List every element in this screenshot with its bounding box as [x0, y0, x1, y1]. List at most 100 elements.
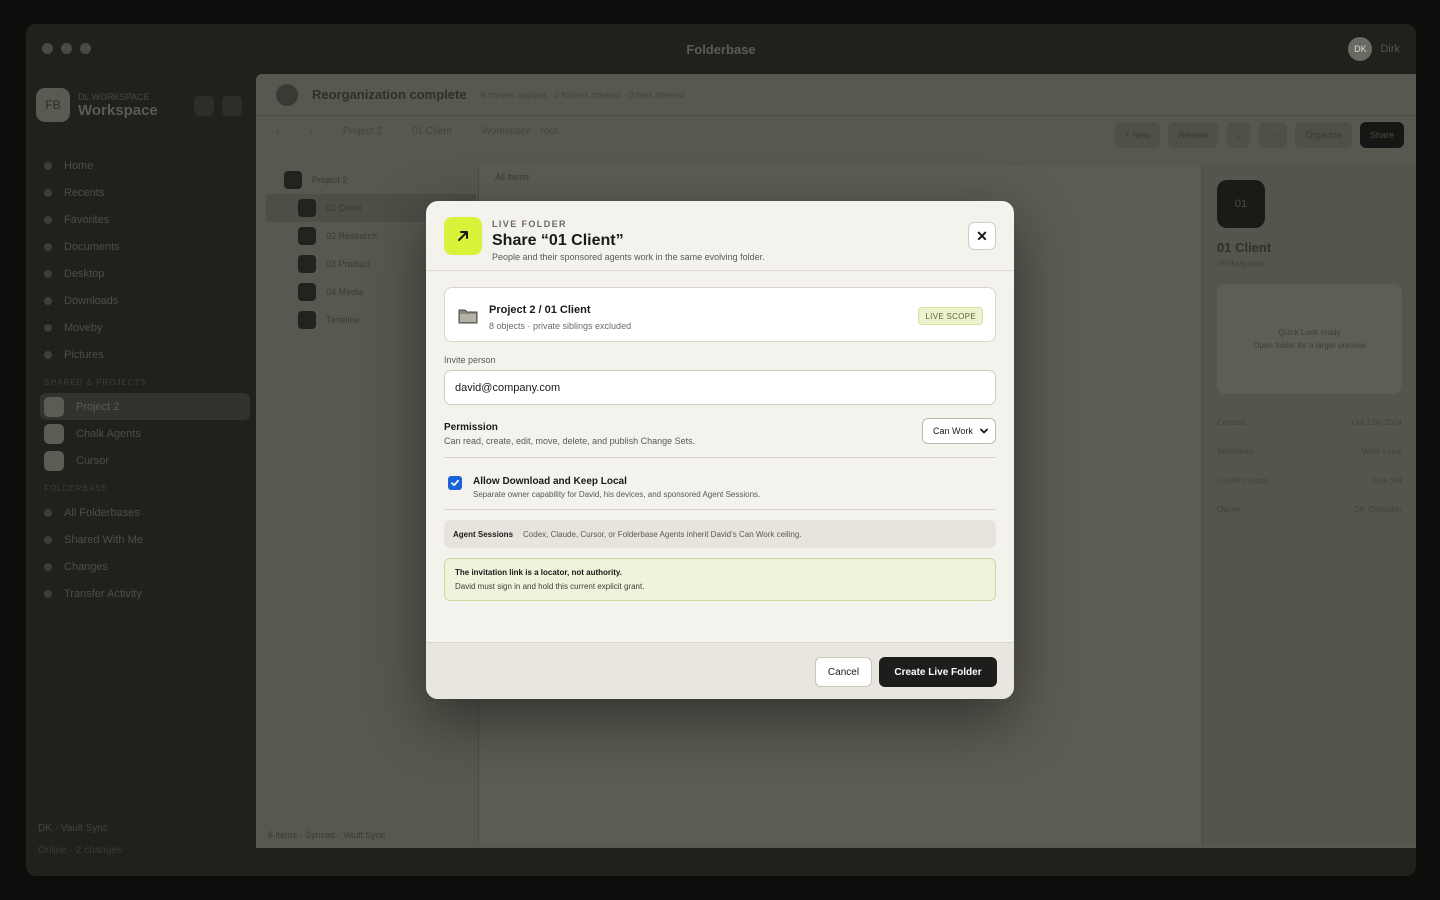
breadcrumb-item[interactable]: Project 2: [343, 126, 382, 137]
banner-title: Reorganization complete: [312, 87, 467, 102]
workspace-switcher[interactable]: FB DL WORKSPACE Workspace: [36, 88, 158, 122]
sidebar-item-label: Recents: [64, 186, 105, 199]
close-button[interactable]: ✕: [968, 222, 996, 250]
create-live-folder-button[interactable]: Create Live Folder: [879, 657, 997, 687]
titlebar: Folderbase DK Dirk: [26, 24, 1416, 74]
sidebar-item-label: Transfer Activity: [64, 587, 142, 600]
sidebar-item-label: Downloads: [64, 294, 119, 307]
sidebar-item-shared-with-me[interactable]: Shared With Me: [40, 526, 250, 553]
pane-header: All items: [495, 172, 530, 182]
workspace-tools: [194, 96, 242, 116]
share-icon: [44, 535, 52, 544]
close-icon: ✕: [976, 227, 988, 244]
breadcrumb-item[interactable]: 01 Client: [412, 126, 451, 137]
collapse-sidebar-icon[interactable]: [222, 96, 242, 116]
share-button[interactable]: Share: [1359, 122, 1404, 148]
changes-icon: [44, 562, 52, 571]
property-key: Created: [1217, 418, 1246, 427]
download-icon: [44, 296, 52, 305]
property-row: Content scope Live Set: [1217, 476, 1402, 505]
sidebar-item-label: Changes: [64, 560, 109, 573]
sidebar-item-favorites[interactable]: Favorites: [40, 206, 250, 233]
sidebar-item-label: Moveby: [64, 321, 103, 334]
sidebar-nav: Home Recents Favorites Documents Desktop…: [40, 152, 250, 607]
new-button[interactable]: + New: [1114, 122, 1161, 148]
keep-local-label[interactable]: Allow Download and Keep Local: [473, 476, 627, 487]
property-key: Content scope: [1217, 476, 1269, 485]
permission-select[interactable]: Can Work: [922, 418, 996, 444]
folder-icon: [284, 171, 302, 189]
invite-email-field[interactable]: [444, 370, 996, 405]
sidebar-section-views: FOLDERBASE: [44, 484, 108, 493]
notice-description: David must sign in and hold this current…: [455, 582, 645, 591]
sidebar-item-project-2[interactable]: Project 2: [40, 393, 250, 420]
permission-description: Can read, create, edit, move, delete, an…: [444, 436, 696, 446]
sidebar-section-projects: SHARED & PROJECTS: [44, 378, 147, 387]
back-icon[interactable]: ‹: [276, 126, 279, 137]
sidebar-item-downloads[interactable]: Downloads: [40, 287, 250, 314]
quick-look-card[interactable]: Quick Look ready Open folder for a large…: [1217, 284, 1402, 394]
dialog-kicker: LIVE FOLDER: [492, 219, 567, 229]
sidebar-item-chalk-agents[interactable]: Chalk Agents: [40, 420, 250, 447]
dialog-title: Share “01 Client”: [492, 232, 624, 249]
property-row: Owner DK (Defaults): [1217, 505, 1402, 534]
status-bar: 8 items · Synced · Vault Sync: [268, 830, 386, 840]
quick-look-sub: Open folder for a larger preview: [1253, 341, 1366, 350]
inspector-title: 01 Client: [1217, 240, 1272, 255]
organize-button[interactable]: Organize: [1295, 122, 1352, 148]
scope-title: Project 2 / 01 Client: [489, 304, 591, 316]
tree-item-label: Timeline: [326, 315, 360, 325]
desktop-icon: [44, 269, 52, 278]
tree-item-label: 02 Research: [326, 231, 378, 241]
tree-item-label: 03 Product: [326, 259, 370, 269]
sync-status: DK · Vault Sync: [38, 823, 108, 834]
chevron-down-icon: [980, 428, 988, 434]
dialog-footer: Cancel Create Live Folder: [426, 642, 1014, 699]
sidebar-item-documents[interactable]: Documents: [40, 233, 250, 260]
property-row: Sensitivity Work Local: [1217, 447, 1402, 476]
sidebar-item-desktop[interactable]: Desktop: [40, 260, 250, 287]
download-button[interactable]: ↓: [1225, 122, 1251, 148]
sidebar-item-label: Favorites: [64, 213, 110, 226]
banner-meta: 8 moves applied · 0 folders created · 0 …: [480, 89, 685, 100]
settings-icon[interactable]: [194, 96, 214, 116]
sidebar: FB DL WORKSPACE Workspace Home Recents F…: [26, 74, 256, 864]
sidebar-item-home[interactable]: Home: [40, 152, 250, 179]
forward-icon[interactable]: ›: [309, 126, 312, 137]
property-value: DK (Defaults): [1353, 505, 1402, 514]
tree-item-label: 01 Client: [326, 203, 362, 213]
cancel-button[interactable]: Cancel: [815, 657, 872, 687]
folder-icon: [298, 227, 316, 245]
keep-local-checkbox[interactable]: [448, 476, 462, 490]
check-icon: [451, 479, 459, 487]
sidebar-item-cursor[interactable]: Cursor: [40, 447, 250, 474]
scope-meta: 8 objects · private siblings excluded: [489, 321, 632, 331]
sidebar-item-label: Chalk Agents: [76, 427, 141, 440]
star-icon: [44, 215, 52, 224]
transfer-icon: [44, 589, 52, 598]
folder-icon: [298, 199, 316, 217]
invitation-notice: The invitation link is a locator, not au…: [444, 558, 996, 601]
sidebar-item-label: Shared With Me: [64, 533, 143, 546]
sidebar-item-moveby[interactable]: Moveby: [40, 314, 250, 341]
sidebar-item-pictures[interactable]: Pictures: [40, 341, 250, 368]
keep-local-description: Separate owner capability for David, his…: [473, 490, 761, 499]
status-banner: Reorganization complete 8 moves applied …: [256, 74, 1416, 116]
user-menu[interactable]: DK Dirk: [1348, 37, 1400, 61]
property-value: Oct 12th 2024: [1351, 418, 1402, 427]
property-key: Sensitivity: [1217, 447, 1254, 456]
sidebar-item-recents[interactable]: Recents: [40, 179, 250, 206]
notice-title: The invitation link is a locator, not au…: [455, 568, 622, 577]
sidebar-item-label: Pictures: [64, 348, 104, 361]
scope-card: Project 2 / 01 Client 8 objects · privat…: [444, 287, 996, 342]
tree-item[interactable]: Project 2: [266, 166, 476, 194]
document-icon: [44, 242, 52, 251]
sidebar-item-changes[interactable]: Changes: [40, 553, 250, 580]
sidebar-item-transfer-activity[interactable]: Transfer Activity: [40, 580, 250, 607]
folder-icon: 01: [1217, 180, 1265, 228]
folder-icon: [44, 508, 52, 517]
review-button[interactable]: Review: [1168, 122, 1218, 148]
more-button[interactable]: ⋯: [1258, 122, 1288, 148]
sidebar-item-all-folderbases[interactable]: All Folderbases: [40, 499, 250, 526]
workspace-sub: DL WORKSPACE: [78, 91, 150, 102]
